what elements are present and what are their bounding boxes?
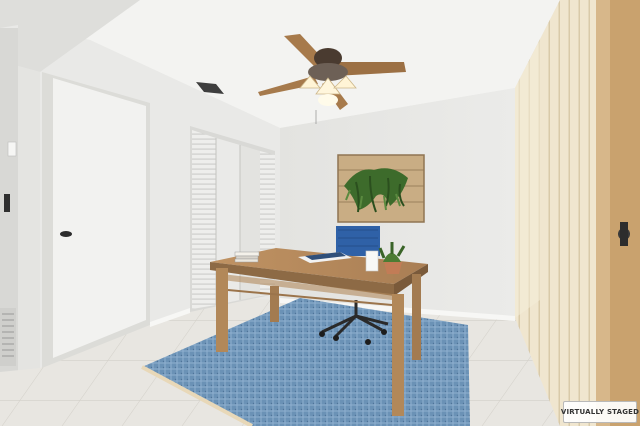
- floor-vent: [0, 308, 16, 366]
- office-room-image: [0, 0, 640, 426]
- door-handle: [60, 231, 72, 237]
- candle: [365, 250, 379, 272]
- room-photo: VIRTUALLY STAGED: [0, 0, 640, 426]
- book-stack: [234, 251, 260, 263]
- virtually-staged-watermark: VIRTUALLY STAGED: [561, 401, 639, 423]
